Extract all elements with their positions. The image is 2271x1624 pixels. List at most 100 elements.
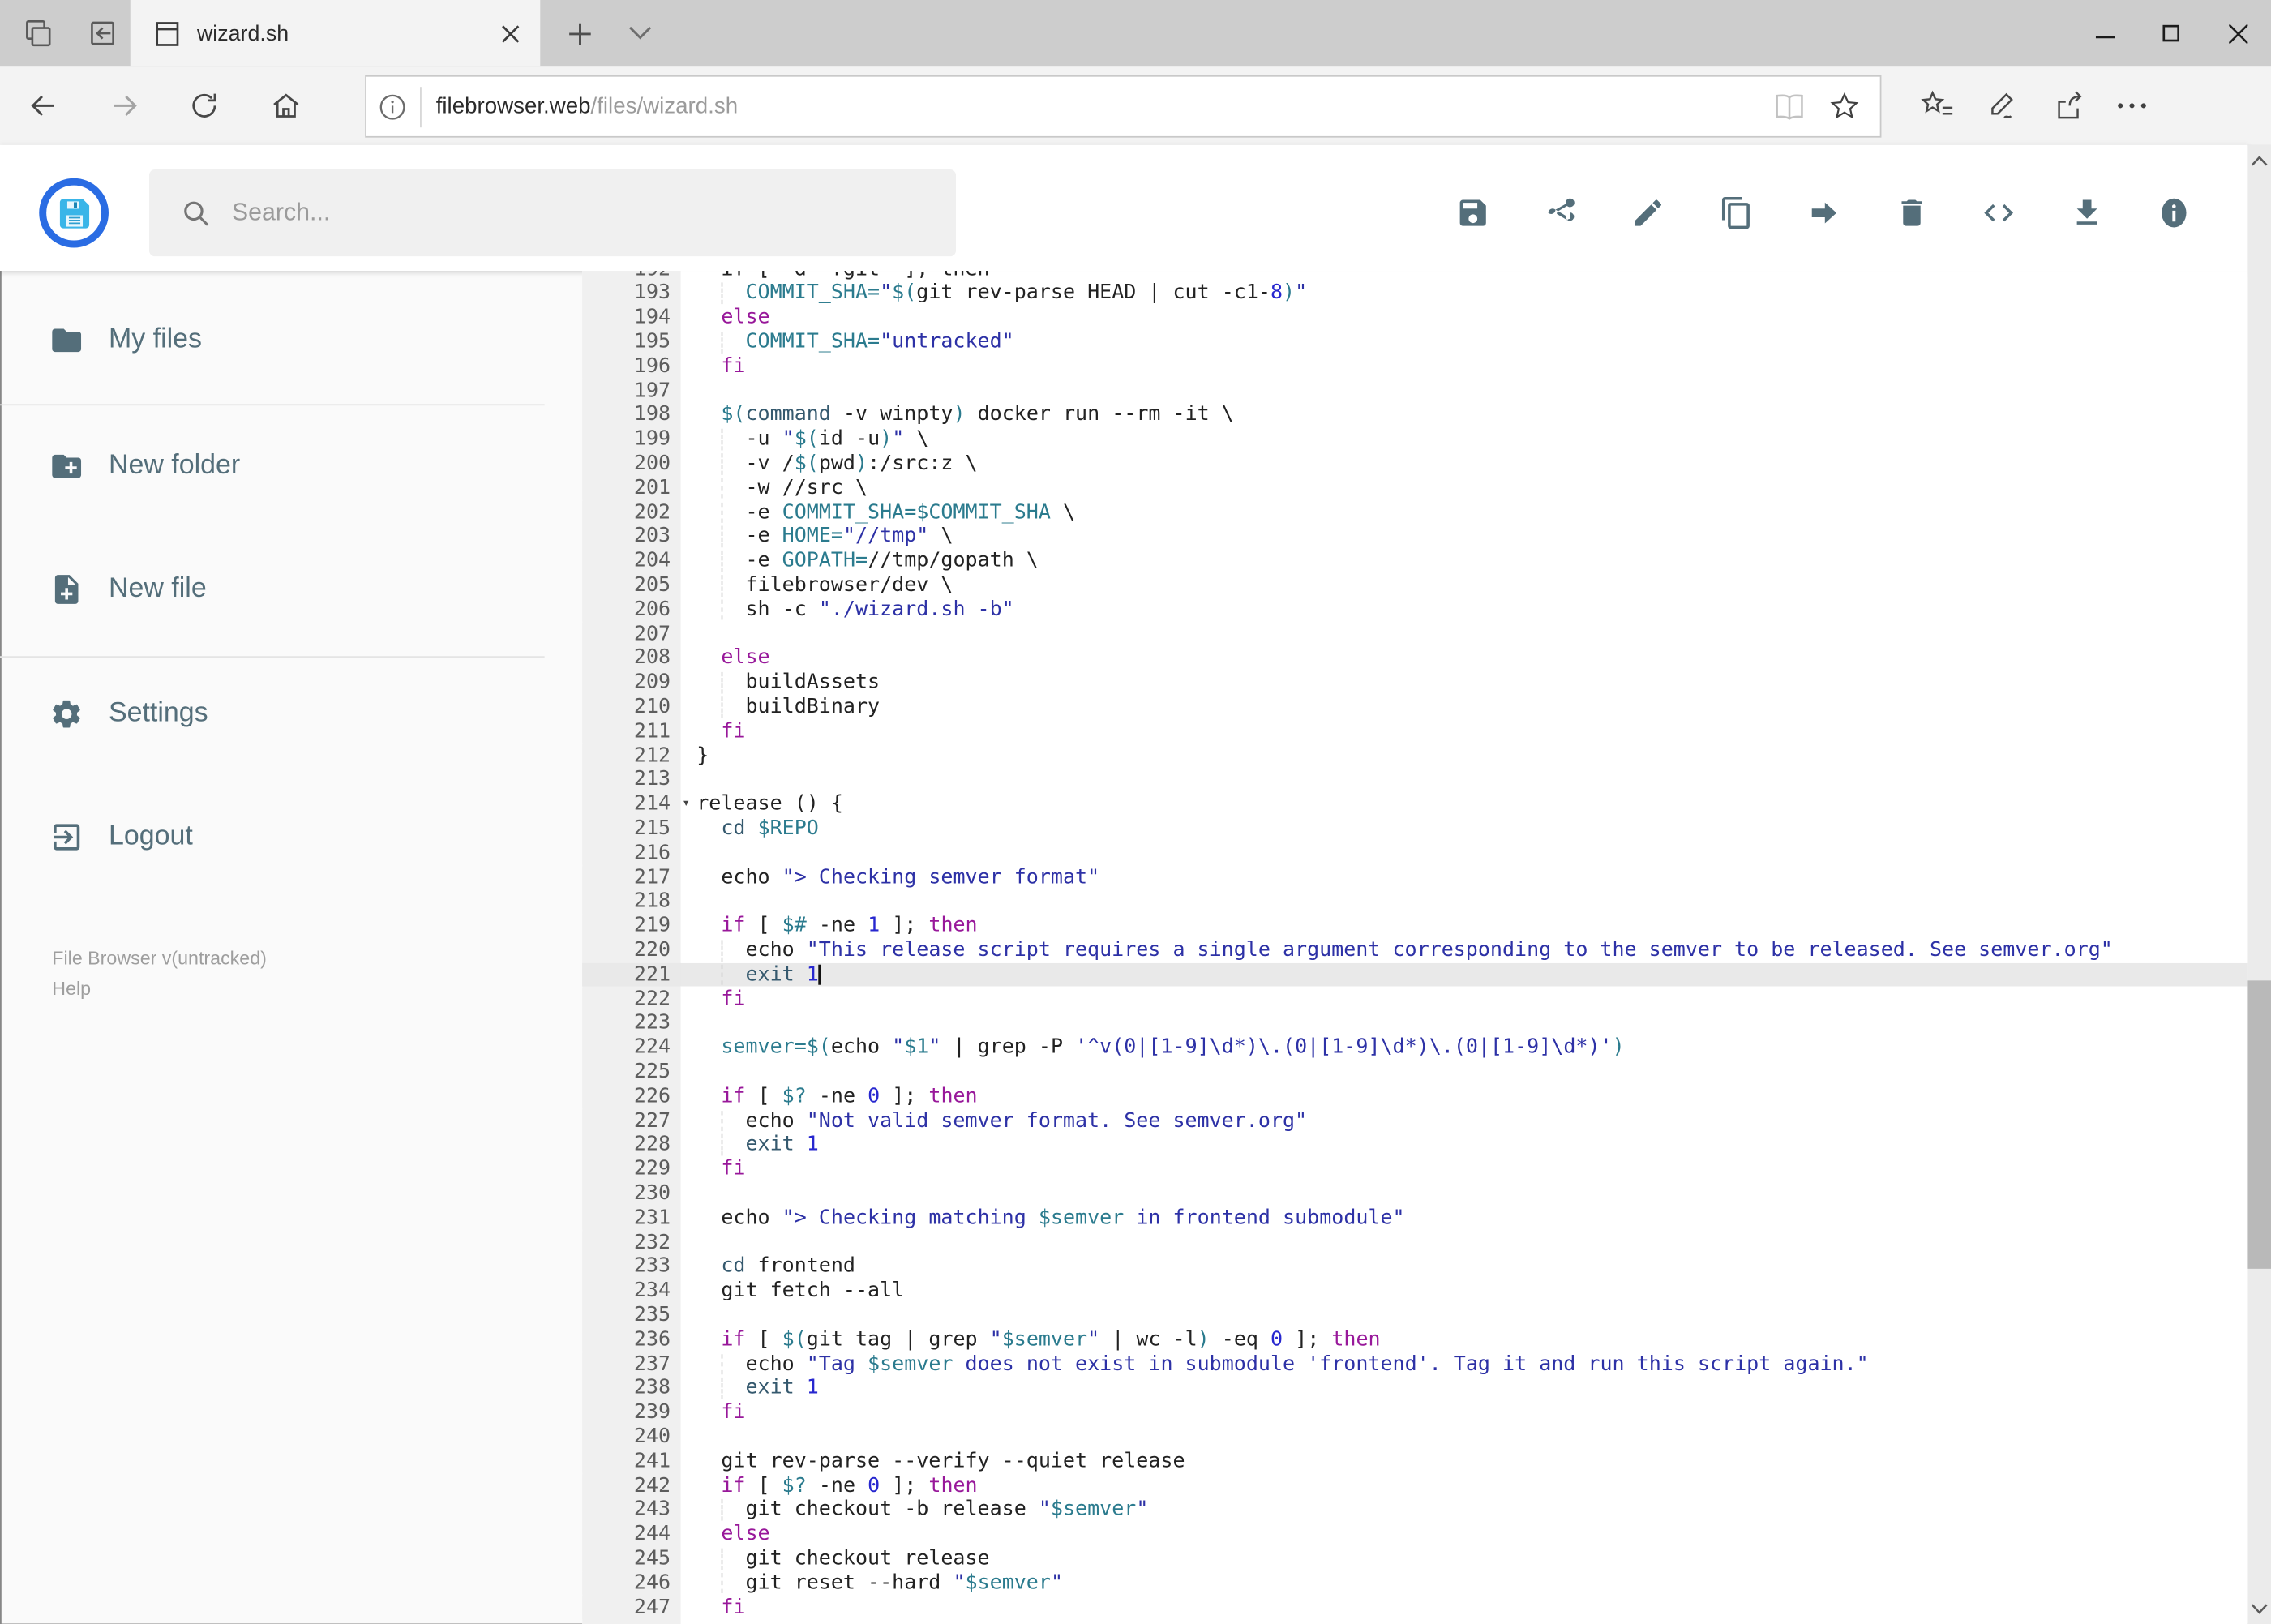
line-number[interactable]: 193 — [582, 281, 681, 306]
line-number[interactable]: 220 — [582, 938, 681, 963]
back-icon[interactable] — [19, 83, 68, 129]
line-number[interactable]: 221 — [582, 962, 681, 988]
line-number[interactable]: 216 — [582, 841, 681, 866]
line-number[interactable]: 195 — [582, 330, 681, 355]
save-icon[interactable] — [1455, 195, 1490, 230]
code-editor[interactable]: 192 if [ -d ".git" ]; then193 COMMIT_SHA… — [582, 271, 2248, 1624]
browser-tab[interactable]: wizard.sh — [130, 0, 541, 67]
share-file-icon[interactable] — [1543, 195, 1578, 230]
line-number[interactable]: 209 — [582, 671, 681, 696]
settings-more-icon[interactable] — [2107, 83, 2157, 129]
line-number[interactable]: 206 — [582, 598, 681, 623]
favorite-star-icon[interactable] — [1829, 92, 1860, 122]
move-arrow-icon[interactable] — [1806, 195, 1841, 230]
line-number[interactable]: 231 — [582, 1206, 681, 1231]
sidebar-item-new-file[interactable]: New file — [0, 555, 551, 624]
line-number[interactable]: 207 — [582, 622, 681, 647]
line-number[interactable]: 237 — [582, 1352, 681, 1377]
tab-close-icon[interactable] — [501, 24, 520, 42]
download-icon[interactable] — [2069, 195, 2104, 230]
share-icon[interactable] — [2045, 83, 2094, 129]
line-number[interactable]: 215 — [582, 816, 681, 842]
line-number[interactable]: 235 — [582, 1303, 681, 1328]
sidebar-item-new-folder[interactable]: New folder — [0, 431, 551, 501]
line-number[interactable]: 224 — [582, 1035, 681, 1061]
line-number[interactable]: 234 — [582, 1279, 681, 1304]
forward-icon[interactable] — [100, 83, 149, 129]
line-number[interactable]: 211 — [582, 719, 681, 744]
sidebar-item-logout[interactable]: Logout — [0, 803, 551, 872]
raw-code-icon[interactable] — [1982, 195, 2016, 230]
line-number[interactable]: 213 — [582, 768, 681, 793]
delete-trash-icon[interactable] — [1894, 195, 1929, 230]
scroll-down-icon[interactable] — [2247, 1592, 2271, 1624]
line-number[interactable]: 245 — [582, 1546, 681, 1571]
home-icon[interactable] — [261, 83, 311, 129]
line-number[interactable]: 205 — [582, 573, 681, 598]
line-number[interactable]: 226 — [582, 1084, 681, 1109]
line-number[interactable]: 214 — [582, 792, 681, 817]
hub-favorites-icon[interactable] — [1913, 83, 1963, 129]
maximize-button[interactable] — [2138, 0, 2205, 66]
address-bar[interactable]: filebrowser.web/files/wizard.sh — [365, 75, 1882, 138]
line-number[interactable]: 219 — [582, 914, 681, 939]
line-number[interactable]: 238 — [582, 1376, 681, 1401]
line-number[interactable]: 199 — [582, 427, 681, 452]
line-number[interactable]: 240 — [582, 1425, 681, 1450]
line-number[interactable]: 201 — [582, 476, 681, 501]
line-number[interactable]: 218 — [582, 889, 681, 915]
info-icon[interactable] — [2157, 195, 2192, 230]
line-number[interactable]: 227 — [582, 1108, 681, 1133]
page-scrollbar[interactable] — [2247, 144, 2271, 1624]
site-info-icon[interactable] — [378, 92, 407, 121]
line-number[interactable]: 212 — [582, 743, 681, 769]
line-number[interactable]: 192 — [582, 271, 681, 282]
close-button[interactable] — [2205, 0, 2271, 66]
new-tab-icon[interactable] — [555, 11, 604, 55]
line-number[interactable]: 196 — [582, 354, 681, 379]
minimize-button[interactable] — [2071, 0, 2137, 66]
sidebar-item-my-files[interactable]: My files — [0, 306, 551, 375]
line-number[interactable]: 229 — [582, 1157, 681, 1182]
copy-icon[interactable] — [1719, 195, 1754, 230]
help-link[interactable]: Help — [52, 978, 91, 1000]
fold-arrow-icon[interactable]: ▾ — [682, 792, 690, 816]
line-number[interactable]: 202 — [582, 500, 681, 525]
reading-view-icon[interactable] — [1772, 92, 1806, 121]
line-number[interactable]: 210 — [582, 695, 681, 720]
line-number[interactable]: 244 — [582, 1522, 681, 1547]
line-number[interactable]: 200 — [582, 452, 681, 477]
annotate-pen-icon[interactable] — [1978, 83, 2028, 129]
line-number[interactable]: 230 — [582, 1181, 681, 1206]
line-number[interactable]: 204 — [582, 549, 681, 574]
line-number[interactable]: 217 — [582, 865, 681, 890]
line-number[interactable]: 228 — [582, 1133, 681, 1158]
line-number[interactable]: 239 — [582, 1400, 681, 1425]
scrollbar-thumb[interactable] — [2247, 980, 2271, 1269]
line-number[interactable]: 198 — [582, 403, 681, 428]
line-number[interactable]: 203 — [582, 525, 681, 550]
tab-preview-icon[interactable] — [13, 11, 62, 55]
line-number[interactable]: 232 — [582, 1230, 681, 1255]
line-number[interactable]: 223 — [582, 1011, 681, 1036]
line-number[interactable]: 243 — [582, 1498, 681, 1523]
scroll-up-icon[interactable] — [2247, 145, 2271, 177]
sidebar-item-settings[interactable]: Settings — [0, 679, 551, 749]
line-number[interactable]: 241 — [582, 1449, 681, 1474]
line-number[interactable]: 222 — [582, 987, 681, 1012]
line-number[interactable]: 236 — [582, 1327, 681, 1352]
line-number[interactable]: 246 — [582, 1570, 681, 1596]
line-number[interactable]: 194 — [582, 306, 681, 331]
line-number[interactable]: 197 — [582, 379, 681, 404]
search-input[interactable]: Search... — [148, 169, 956, 257]
line-number[interactable]: 233 — [582, 1254, 681, 1279]
line-number[interactable]: 242 — [582, 1473, 681, 1498]
line-number[interactable]: 225 — [582, 1060, 681, 1085]
url-text[interactable]: filebrowser.web/files/wizard.sh — [436, 93, 1773, 119]
rename-pencil-icon[interactable] — [1630, 195, 1665, 230]
line-number[interactable]: 247 — [582, 1595, 681, 1620]
tab-list-chevron-icon[interactable] — [615, 11, 665, 55]
line-number[interactable]: 208 — [582, 646, 681, 671]
refresh-icon[interactable] — [180, 83, 229, 129]
set-tabs-aside-icon[interactable] — [75, 11, 125, 55]
